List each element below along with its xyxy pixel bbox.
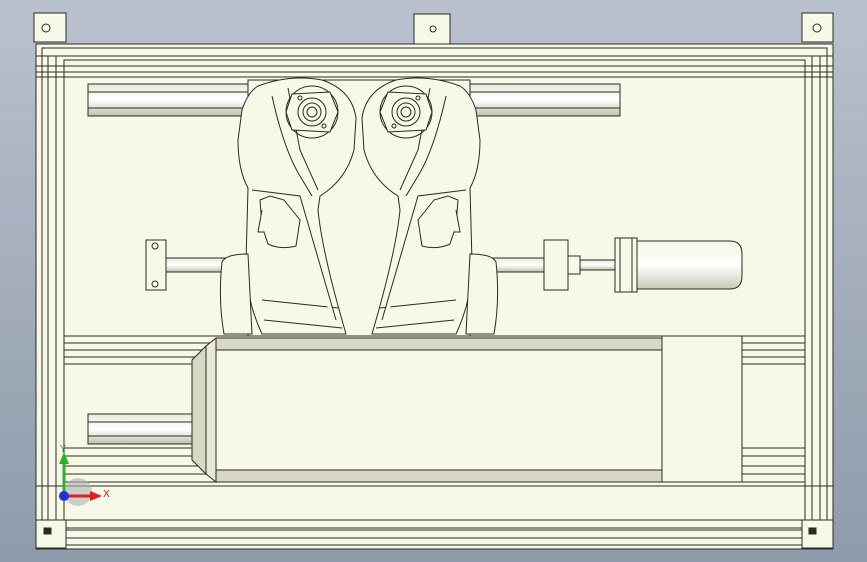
pneumatic-cylinder [614,237,743,293]
top-center-tab [413,13,451,47]
corner-tab-top-left [33,12,67,43]
corner-tab-top-right [801,12,834,43]
assembly-drawing: Y X [33,12,834,550]
x-axis-label: X [103,489,110,500]
y-axis-label: Y [59,444,67,455]
linear-actuator-body [191,335,743,484]
cad-viewport[interactable]: Y X [0,0,867,562]
lower-guide-rail [87,413,209,445]
